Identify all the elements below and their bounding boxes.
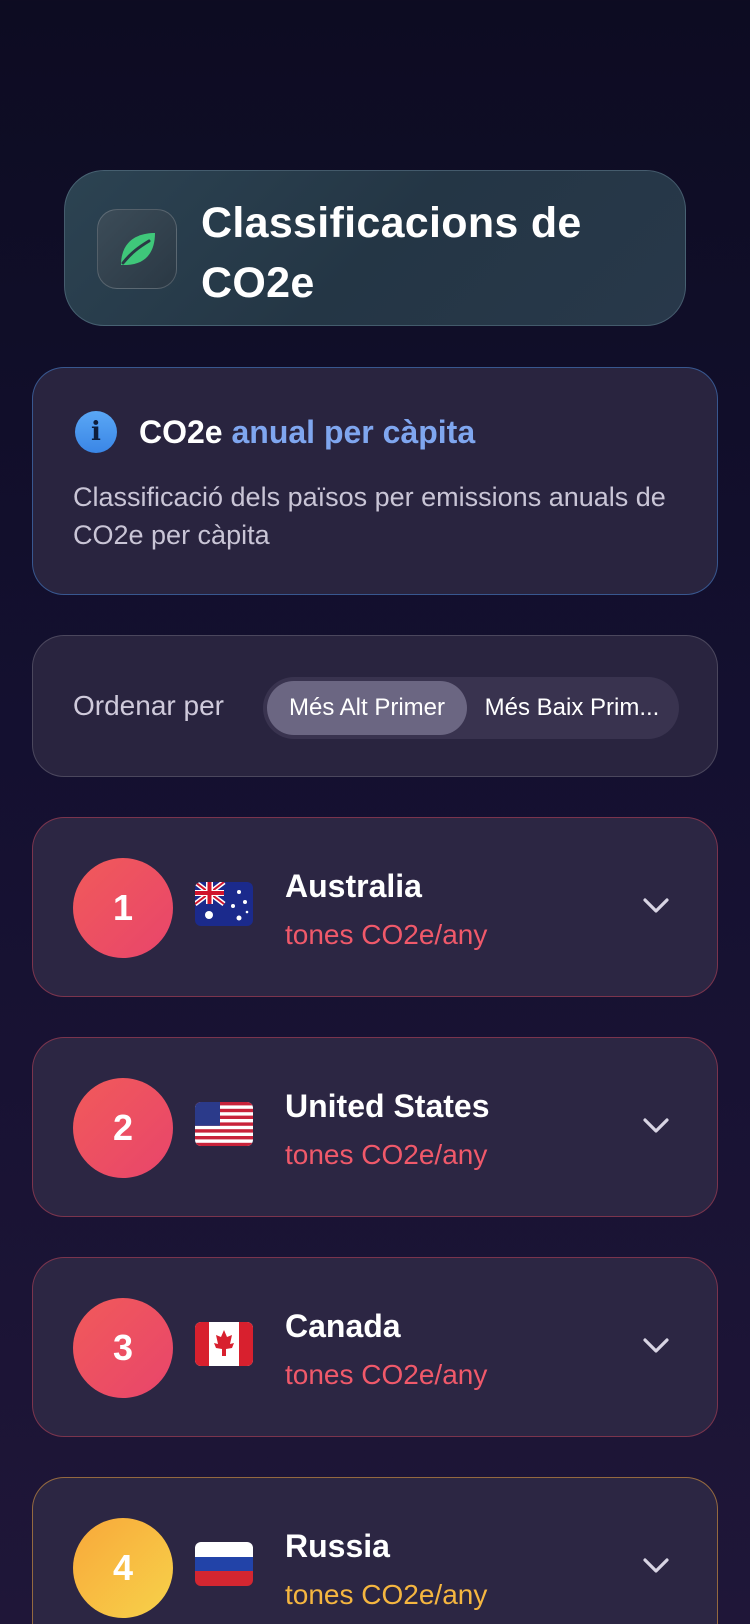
country-name: Australia — [285, 868, 422, 904]
australia-flag-icon — [195, 882, 253, 926]
leaf-icon — [97, 209, 177, 289]
chevron-down-icon[interactable] — [641, 1554, 671, 1578]
ranking-card-russia[interactable]: 4 Russia tones CO2e/any — [32, 1477, 718, 1624]
rank-badge: 2 — [73, 1078, 173, 1178]
country-name: Canada — [285, 1308, 401, 1344]
rank-badge: 1 — [73, 858, 173, 958]
chevron-down-icon[interactable] — [641, 894, 671, 918]
chevron-down-icon[interactable] — [641, 1334, 671, 1358]
ranking-card-australia[interactable]: 1 Australia tones CO2e/any — [32, 817, 718, 997]
emission-unit: tones CO2e/any — [285, 1139, 488, 1170]
info-description: Classificació dels països per emissions … — [73, 482, 666, 550]
info-card: i CO2e anual per càpita Classificació de… — [32, 367, 718, 595]
emission-unit: tones CO2e/any — [285, 919, 488, 950]
info-title-part2: anual per càpita — [231, 414, 476, 450]
ranking-card-united-states[interactable]: 2 United States tones CO2e/any — [32, 1037, 718, 1217]
country-name: United States — [285, 1088, 490, 1124]
page-title: Classificacions de CO2e — [201, 199, 582, 307]
united-states-flag-icon — [195, 1102, 253, 1146]
chevron-down-icon[interactable] — [641, 1114, 671, 1138]
info-title: CO2e anual per càpita — [139, 410, 475, 454]
rank-badge: 3 — [73, 1298, 173, 1398]
ranking-card-canada[interactable]: 3 Canada tones CO2e/any — [32, 1257, 718, 1437]
sort-label: Ordenar per — [73, 690, 224, 721]
sort-highest-first-button[interactable]: Més Alt Primer — [267, 681, 467, 735]
sort-lowest-first-button[interactable]: Més Baix Prim... — [469, 681, 675, 735]
info-icon: i — [75, 411, 117, 453]
sort-card: Ordenar per Més Alt Primer Més Baix Prim… — [32, 635, 718, 777]
emission-unit: tones CO2e/any — [285, 1359, 488, 1390]
canada-flag-icon — [195, 1322, 253, 1366]
russia-flag-icon — [195, 1542, 253, 1586]
info-title-part1: CO2e — [139, 414, 223, 450]
emission-unit: tones CO2e/any — [285, 1579, 488, 1610]
rank-badge: 4 — [73, 1518, 173, 1618]
sort-segmented-control: Més Alt Primer Més Baix Prim... — [263, 677, 679, 739]
header-card: Classificacions de CO2e — [64, 170, 686, 326]
country-name: Russia — [285, 1528, 390, 1564]
